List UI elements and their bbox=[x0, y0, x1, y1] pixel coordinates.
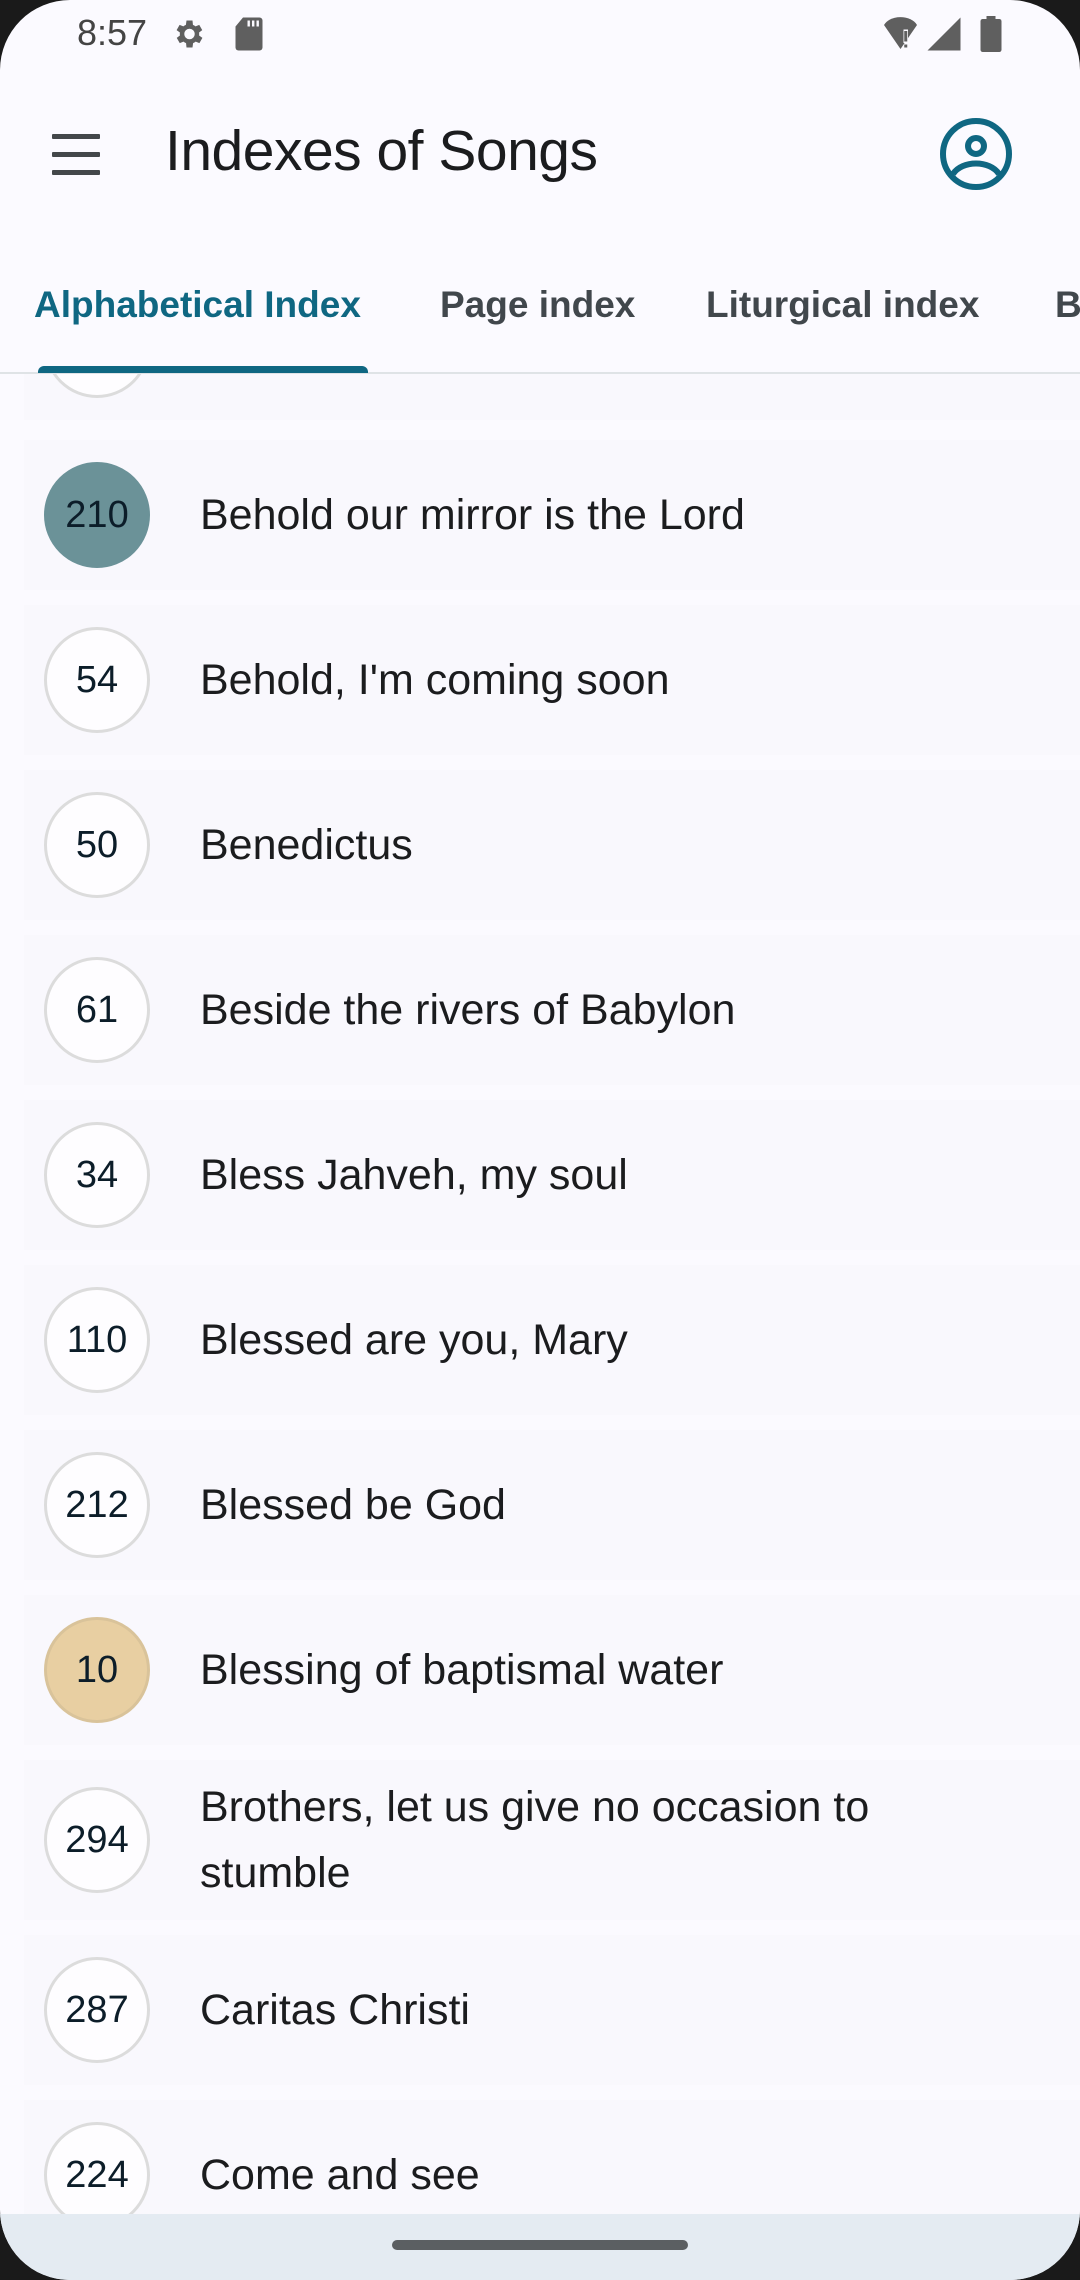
song-number-badge: 54 bbox=[44, 627, 150, 733]
gear-icon bbox=[170, 16, 206, 57]
tab-partial[interactable]: B bbox=[1055, 284, 1080, 326]
menu-icon-bar bbox=[52, 170, 100, 175]
song-title: Before the angels bbox=[200, 374, 1020, 378]
song-list-item[interactable]: 287 Caritas Christi bbox=[24, 1935, 1080, 2085]
home-gesture-handle[interactable] bbox=[392, 2240, 688, 2250]
tab-page-index[interactable]: Page index bbox=[440, 284, 635, 326]
song-list-item[interactable]: 294 Brothers, let us give no occasion to … bbox=[24, 1760, 1080, 1920]
account-circle-icon bbox=[940, 118, 1012, 190]
tab-liturgical-index[interactable]: Liturgical index bbox=[706, 284, 979, 326]
song-title: Caritas Christi bbox=[200, 1986, 470, 2034]
song-title: Bless Jahveh, my soul bbox=[200, 1151, 628, 1199]
song-list-item[interactable]: 212 Blessed be God bbox=[24, 1430, 1080, 1580]
song-list-item[interactable]: 61 Beside the rivers of Babylon bbox=[24, 935, 1080, 1085]
song-title: Behold, I'm coming soon bbox=[200, 656, 670, 704]
song-list-item[interactable]: 50 Benedictus bbox=[24, 770, 1080, 920]
account-button[interactable] bbox=[938, 116, 1014, 192]
wifi-alert-icon bbox=[882, 16, 922, 57]
song-number-badge: 61 bbox=[44, 957, 150, 1063]
tab-bar: Alphabetical Index Page index Liturgical… bbox=[0, 280, 1080, 374]
song-list-item[interactable]: 54 Behold, I'm coming soon bbox=[24, 605, 1080, 755]
song-number-badge: 224 bbox=[44, 2122, 150, 2214]
status-time: 8:57 bbox=[77, 12, 148, 53]
song-number-badge: 90 bbox=[44, 374, 150, 398]
song-number-badge: 34 bbox=[44, 1122, 150, 1228]
song-title: Brothers, let us give no occasion to stu… bbox=[200, 1783, 870, 1897]
song-title: Blessing of baptismal water bbox=[200, 1646, 724, 1694]
song-number-badge: 294 bbox=[44, 1787, 150, 1893]
song-number-badge: 10 bbox=[44, 1617, 150, 1723]
song-list-item[interactable]: 210 Behold our mirror is the Lord bbox=[24, 440, 1080, 590]
song-list-item[interactable]: 10 Blessing of baptismal water bbox=[24, 1595, 1080, 1745]
status-bar: 8:57 bbox=[0, 0, 1080, 70]
song-number-badge: 110 bbox=[44, 1287, 150, 1393]
battery-icon bbox=[980, 16, 1002, 57]
navigation-bar bbox=[0, 2214, 1080, 2280]
cellular-signal-icon bbox=[926, 16, 962, 57]
song-list-item[interactable]: 224 Come and see bbox=[24, 2100, 1080, 2214]
menu-icon bbox=[52, 134, 100, 139]
active-tab-indicator bbox=[38, 366, 368, 373]
menu-icon-bar bbox=[52, 152, 100, 157]
song-list-item[interactable]: 34 Bless Jahveh, my soul bbox=[24, 1100, 1080, 1250]
page-title: Indexes of Songs bbox=[165, 119, 598, 183]
song-title: Benedictus bbox=[200, 821, 413, 869]
top-app-bar: Indexes of Songs bbox=[0, 90, 1080, 220]
sd-card-icon bbox=[234, 16, 264, 57]
menu-button[interactable] bbox=[48, 130, 104, 178]
song-list-item[interactable]: 110 Blessed are you, Mary bbox=[24, 1265, 1080, 1415]
song-number-badge: 210 bbox=[44, 462, 150, 568]
song-title: Come and see bbox=[200, 2151, 480, 2199]
song-number-badge: 212 bbox=[44, 1452, 150, 1558]
screen: 8:57 Indexes of Songs Alphabetical Index… bbox=[0, 0, 1080, 2280]
song-list[interactable]: 90 Before the angels 210 Behold our mirror … bbox=[0, 374, 1080, 2214]
song-number-badge: 50 bbox=[44, 792, 150, 898]
song-list-item[interactable]: 90 Before the angels bbox=[24, 374, 1080, 420]
song-title: Behold our mirror is the Lord bbox=[200, 491, 745, 539]
song-title: Blessed be God bbox=[200, 1481, 506, 1529]
song-title: Blessed are you, Mary bbox=[200, 1316, 628, 1364]
tab-alphabetical-index[interactable]: Alphabetical Index bbox=[34, 284, 361, 326]
song-title: Beside the rivers of Babylon bbox=[200, 986, 736, 1034]
song-number-badge: 287 bbox=[44, 1957, 150, 2063]
